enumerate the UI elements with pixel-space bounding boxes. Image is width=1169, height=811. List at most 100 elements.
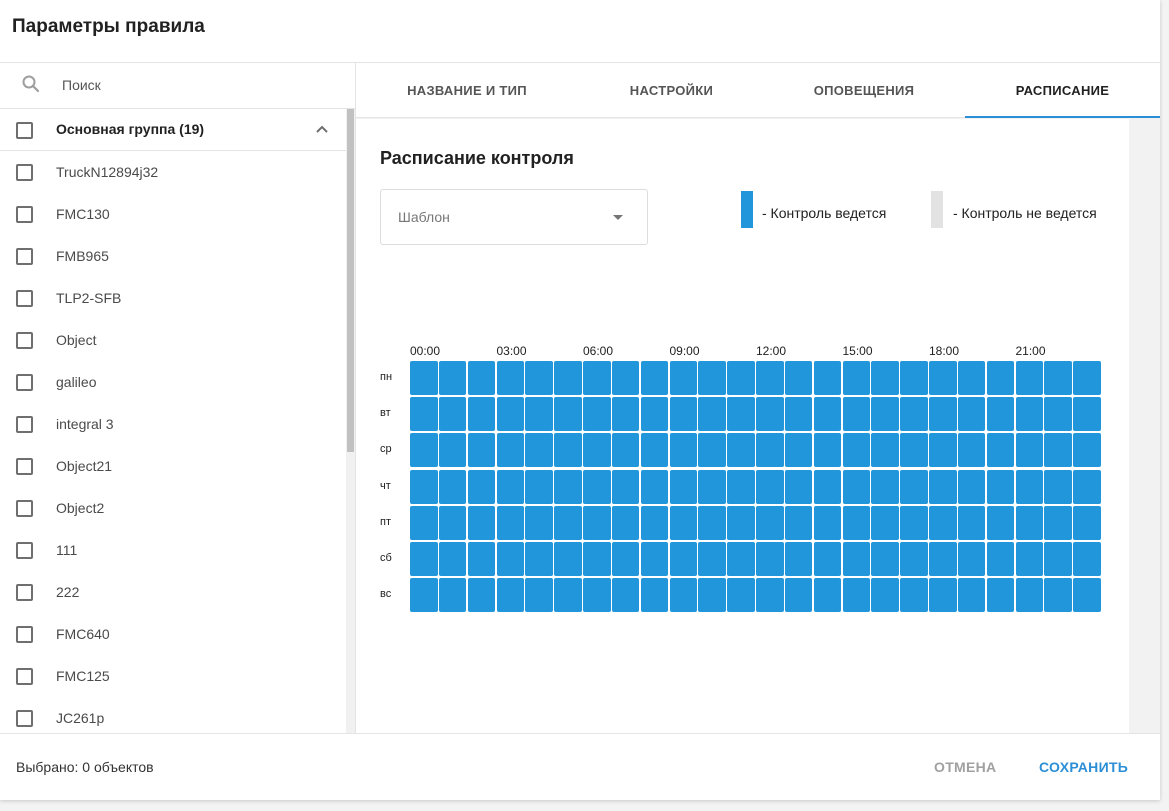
schedule-cell[interactable] xyxy=(1073,361,1101,395)
schedule-cell[interactable] xyxy=(1044,397,1072,432)
list-item[interactable]: FMC125 xyxy=(0,655,346,697)
schedule-cell[interactable] xyxy=(1073,397,1101,432)
schedule-cell[interactable] xyxy=(554,505,582,540)
schedule-cell[interactable] xyxy=(1015,578,1044,613)
schedule-cell[interactable] xyxy=(756,469,784,504)
schedule-cell[interactable] xyxy=(813,505,842,540)
schedule-cell[interactable] xyxy=(784,397,813,432)
schedule-cell[interactable] xyxy=(438,578,467,613)
save-button[interactable]: СОХРАНИТЬ xyxy=(1029,750,1138,784)
tab-1[interactable]: НАЗВАНИЕ И ТИП xyxy=(356,63,578,118)
schedule-cell[interactable] xyxy=(1015,505,1044,540)
schedule-cell[interactable] xyxy=(669,578,698,613)
tab-4[interactable]: РАСПИСАНИЕ xyxy=(965,63,1160,118)
schedule-cell[interactable] xyxy=(496,361,525,395)
schedule-cell[interactable] xyxy=(698,505,726,540)
schedule-cell[interactable] xyxy=(986,397,1015,432)
schedule-cell[interactable] xyxy=(871,542,899,576)
schedule-cell[interactable] xyxy=(410,397,438,432)
schedule-cell[interactable] xyxy=(727,361,755,395)
schedule-cell[interactable] xyxy=(669,469,698,504)
schedule-cell[interactable] xyxy=(496,578,525,613)
schedule-cell[interactable] xyxy=(583,505,611,540)
schedule-cell[interactable] xyxy=(784,542,813,576)
schedule-cell[interactable] xyxy=(698,578,726,613)
item-checkbox[interactable] xyxy=(16,542,33,559)
template-select[interactable]: Шаблон xyxy=(380,189,648,245)
schedule-cell[interactable] xyxy=(640,433,669,468)
schedule-cell[interactable] xyxy=(900,361,928,395)
list-item[interactable]: Object21 xyxy=(0,445,346,487)
schedule-cell[interactable] xyxy=(1015,397,1044,432)
schedule-cell[interactable] xyxy=(871,397,899,432)
schedule-cell[interactable] xyxy=(986,578,1015,613)
schedule-cell[interactable] xyxy=(698,397,726,432)
group-checkbox[interactable] xyxy=(16,122,33,139)
schedule-cell[interactable] xyxy=(929,361,957,395)
schedule-cell[interactable] xyxy=(813,578,842,613)
schedule-cell[interactable] xyxy=(698,361,726,395)
schedule-cell[interactable] xyxy=(900,397,928,432)
schedule-cell[interactable] xyxy=(583,397,611,432)
schedule-cell[interactable] xyxy=(554,469,582,504)
schedule-cell[interactable] xyxy=(554,578,582,613)
schedule-cell[interactable] xyxy=(900,469,928,504)
schedule-cell[interactable] xyxy=(669,361,698,395)
schedule-cell[interactable] xyxy=(525,542,553,576)
schedule-cell[interactable] xyxy=(1044,505,1072,540)
schedule-cell[interactable] xyxy=(525,505,553,540)
schedule-cell[interactable] xyxy=(1073,433,1101,468)
schedule-cell[interactable] xyxy=(467,542,496,576)
item-checkbox[interactable] xyxy=(16,710,33,727)
schedule-cell[interactable] xyxy=(496,397,525,432)
schedule-cell[interactable] xyxy=(1044,469,1072,504)
schedule-cell[interactable] xyxy=(640,542,669,576)
schedule-cell[interactable] xyxy=(784,505,813,540)
schedule-cell[interactable] xyxy=(554,433,582,468)
item-checkbox[interactable] xyxy=(16,164,33,181)
schedule-cell[interactable] xyxy=(698,469,726,504)
schedule-cell[interactable] xyxy=(438,542,467,576)
schedule-cell[interactable] xyxy=(583,578,611,613)
schedule-cell[interactable] xyxy=(640,397,669,432)
schedule-cell[interactable] xyxy=(669,397,698,432)
schedule-cell[interactable] xyxy=(727,469,755,504)
schedule-cell[interactable] xyxy=(611,542,640,576)
schedule-cell[interactable] xyxy=(727,433,755,468)
search-input[interactable] xyxy=(62,73,342,97)
item-checkbox[interactable] xyxy=(16,626,33,643)
schedule-cell[interactable] xyxy=(438,433,467,468)
schedule-cell[interactable] xyxy=(525,361,553,395)
schedule-cell[interactable] xyxy=(611,433,640,468)
item-checkbox[interactable] xyxy=(16,332,33,349)
schedule-cell[interactable] xyxy=(727,578,755,613)
schedule-cell[interactable] xyxy=(611,469,640,504)
schedule-cell[interactable] xyxy=(583,469,611,504)
schedule-cell[interactable] xyxy=(611,505,640,540)
item-checkbox[interactable] xyxy=(16,500,33,517)
schedule-cell[interactable] xyxy=(1044,578,1072,613)
list-item[interactable]: Object xyxy=(0,319,346,361)
schedule-cell[interactable] xyxy=(756,361,784,395)
schedule-cell[interactable] xyxy=(1044,361,1072,395)
schedule-cell[interactable] xyxy=(756,578,784,613)
list-item[interactable]: galileo xyxy=(0,361,346,403)
schedule-cell[interactable] xyxy=(410,433,438,468)
schedule-cell[interactable] xyxy=(554,397,582,432)
schedule-cell[interactable] xyxy=(640,469,669,504)
schedule-cell[interactable] xyxy=(929,397,957,432)
schedule-cell[interactable] xyxy=(842,397,871,432)
schedule-cell[interactable] xyxy=(842,361,871,395)
schedule-cell[interactable] xyxy=(669,505,698,540)
list-item[interactable]: Object2 xyxy=(0,487,346,529)
schedule-cell[interactable] xyxy=(900,505,928,540)
schedule-cell[interactable] xyxy=(1073,505,1101,540)
schedule-cell[interactable] xyxy=(784,469,813,504)
schedule-cell[interactable] xyxy=(496,505,525,540)
schedule-cell[interactable] xyxy=(957,505,986,540)
schedule-cell[interactable] xyxy=(813,469,842,504)
schedule-cell[interactable] xyxy=(813,433,842,468)
schedule-cell[interactable] xyxy=(929,469,957,504)
schedule-cell[interactable] xyxy=(525,469,553,504)
schedule-cell[interactable] xyxy=(784,361,813,395)
